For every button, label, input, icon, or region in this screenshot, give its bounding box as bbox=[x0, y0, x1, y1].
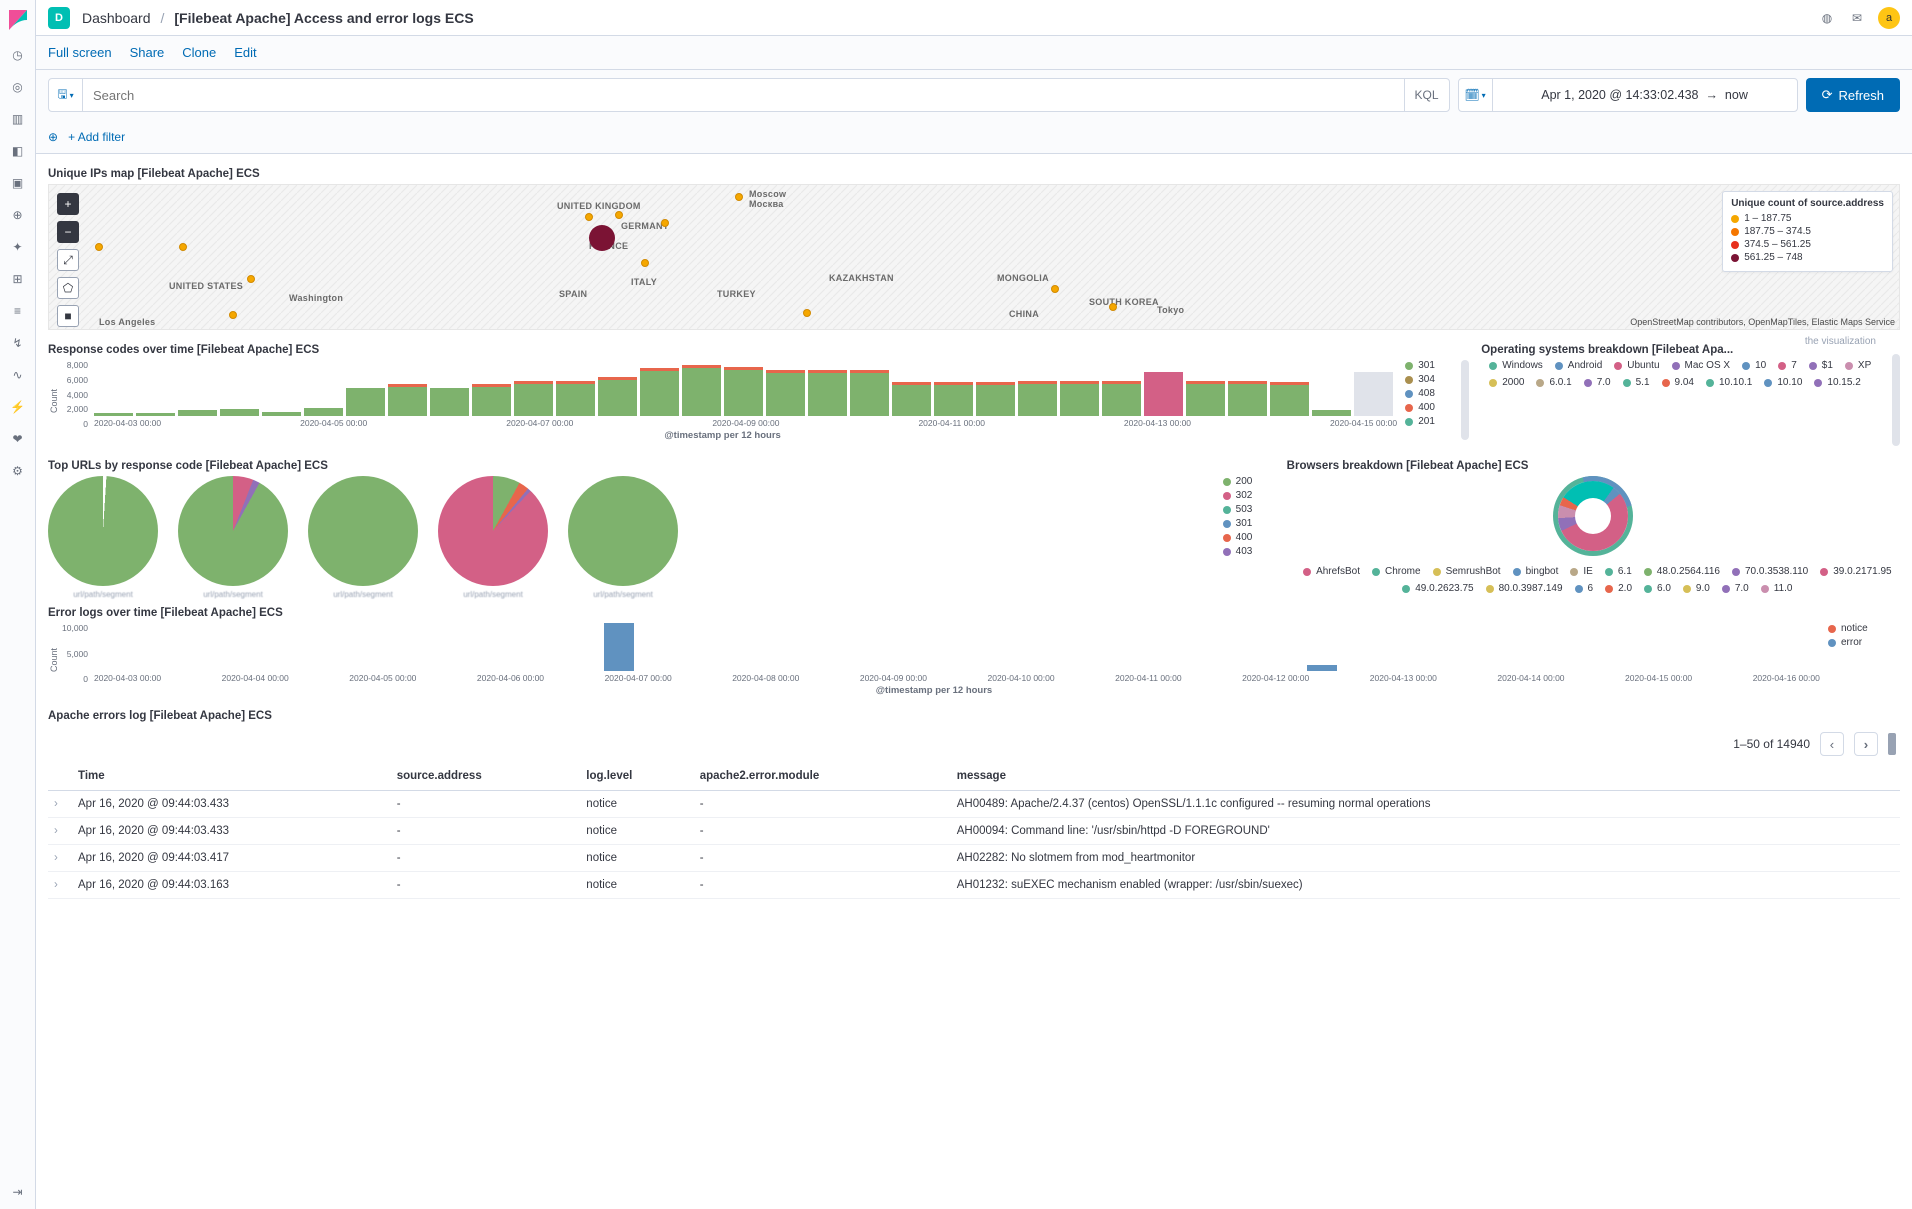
table-row[interactable]: ›Apr 16, 2020 @ 09:44:03.433-notice-AH00… bbox=[48, 818, 1900, 845]
timepicker-button[interactable]: 🗓 ▾ bbox=[1459, 79, 1493, 111]
uptime-icon[interactable]: ∿ bbox=[9, 366, 27, 384]
infra-icon[interactable]: ⊞ bbox=[9, 270, 27, 288]
map-panel-title: Unique IPs map [Filebeat Apache] ECS bbox=[48, 168, 1900, 180]
canvas-icon[interactable]: ▣ bbox=[9, 174, 27, 192]
collapse-icon[interactable]: ⇥ bbox=[9, 1183, 27, 1201]
discover-icon[interactable]: ◎ bbox=[9, 78, 27, 96]
clone-link[interactable]: Clone bbox=[182, 45, 216, 60]
expand-row-icon[interactable]: › bbox=[48, 791, 72, 818]
os-scrollbar[interactable] bbox=[1892, 354, 1900, 446]
expand-row-icon[interactable]: › bbox=[48, 818, 72, 845]
error-logs-legend: noticeerror bbox=[1820, 623, 1900, 696]
query-bar: 🖫 ▾ KQL 🗓 ▾ Apr 1, 2020 @ 14:33:02.438 →… bbox=[36, 70, 1912, 120]
os-note: the visualization bbox=[1805, 336, 1876, 347]
top-urls-pies[interactable]: url/path/segmenturl/path/segmenturl/path… bbox=[48, 476, 1215, 599]
maps-icon[interactable]: ⊕ bbox=[9, 206, 27, 224]
kibana-logo[interactable] bbox=[6, 8, 30, 32]
recent-icon[interactable]: ◷ bbox=[9, 46, 27, 64]
table-scrollbar[interactable] bbox=[1888, 733, 1896, 755]
zoom-in-button[interactable]: + bbox=[57, 193, 79, 215]
visualize-icon[interactable]: ▥ bbox=[9, 110, 27, 128]
filter-bar: ⊕ + Add filter bbox=[36, 120, 1912, 154]
browsers-donut[interactable] bbox=[1287, 476, 1900, 556]
fit-bounds-button[interactable]: ⤢ bbox=[57, 249, 79, 271]
edit-link[interactable]: Edit bbox=[234, 45, 256, 60]
table-row[interactable]: ›Apr 16, 2020 @ 09:44:03.163-notice-AH01… bbox=[48, 872, 1900, 899]
dashboard-toolbar: Full screen Share Clone Edit bbox=[36, 36, 1912, 70]
map-panel[interactable]: + − ⤢ ⬠ ■ UNITED STATES Washington Los A… bbox=[48, 184, 1900, 330]
error-logs-title: Error logs over time [Filebeat Apache] E… bbox=[48, 607, 1900, 619]
expand-row-icon[interactable]: › bbox=[48, 845, 72, 872]
rect-tool-button[interactable]: ■ bbox=[57, 305, 79, 327]
polygon-tool-button[interactable]: ⬠ bbox=[57, 277, 79, 299]
browsers-legend: AhrefsBotChromeSemrushBotbingbotIE6.148.… bbox=[1287, 566, 1900, 594]
breadcrumb-root[interactable]: Dashboard bbox=[82, 10, 151, 26]
refresh-button[interactable]: ⟳ Refresh bbox=[1806, 78, 1900, 112]
zoom-out-button[interactable]: − bbox=[57, 221, 79, 243]
search-input[interactable] bbox=[83, 88, 1404, 103]
breadcrumb-current: [Filebeat Apache] Access and error logs … bbox=[174, 10, 473, 26]
management-icon[interactable]: ⚙ bbox=[9, 462, 27, 480]
table-row[interactable]: ›Apr 16, 2020 @ 09:44:03.417-notice-AH02… bbox=[48, 845, 1900, 872]
saved-query-button[interactable]: 🖫 ▾ bbox=[49, 79, 83, 111]
top-bar: D Dashboard / [Filebeat Apache] Access a… bbox=[36, 0, 1912, 36]
next-page-button[interactable]: › bbox=[1854, 732, 1878, 756]
top-urls-title: Top URLs by response code [Filebeat Apac… bbox=[48, 460, 1275, 472]
space-selector[interactable]: D bbox=[48, 7, 70, 29]
prev-page-button[interactable]: ‹ bbox=[1820, 732, 1844, 756]
expand-row-icon[interactable]: › bbox=[48, 872, 72, 899]
mail-icon[interactable]: ✉ bbox=[1848, 9, 1866, 27]
browsers-title: Browsers breakdown [Filebeat Apache] ECS bbox=[1287, 460, 1900, 472]
error-logs-chart[interactable]: Count 10,0005,0000 2020-04-03 00:002020-… bbox=[48, 623, 1820, 696]
map-hotspot[interactable] bbox=[589, 225, 615, 251]
errors-table: Timesource.addresslog.levelapache2.error… bbox=[48, 762, 1900, 899]
refresh-icon: ⟳ bbox=[1822, 87, 1833, 103]
devtools-icon[interactable]: ❤ bbox=[9, 430, 27, 448]
nav-sidebar: ◷ ◎ ▥ ◧ ▣ ⊕ ✦ ⊞ ≡ ↯ ∿ ⚡ ❤ ⚙ ⇥ bbox=[0, 0, 36, 1209]
os-legend: WindowsAndroidUbuntuMac OS X107$1XP20006… bbox=[1481, 360, 1876, 388]
time-range-display[interactable]: Apr 1, 2020 @ 14:33:02.438 → now bbox=[1493, 88, 1797, 102]
response-codes-chart[interactable]: Count 8,0006,0004,0002,0000 2020-04-03 0… bbox=[48, 360, 1397, 441]
siem-icon[interactable]: ⚡ bbox=[9, 398, 27, 416]
dashboard-icon[interactable]: ◧ bbox=[9, 142, 27, 160]
add-filter-button[interactable]: + Add filter bbox=[68, 130, 125, 144]
response-codes-legend: 301304408400201 bbox=[1397, 360, 1457, 441]
user-avatar[interactable]: a bbox=[1878, 7, 1900, 29]
top-urls-legend: 200302503301400403 bbox=[1215, 476, 1275, 599]
errors-table-title: Apache errors log [Filebeat Apache] ECS bbox=[48, 710, 1900, 722]
breadcrumb: Dashboard / [Filebeat Apache] Access and… bbox=[82, 10, 474, 26]
map-attribution: OpenStreetMap contributors, OpenMapTiles… bbox=[1630, 317, 1895, 327]
fullscreen-link[interactable]: Full screen bbox=[48, 45, 112, 60]
table-row[interactable]: ›Apr 16, 2020 @ 09:44:03.433-notice-AH00… bbox=[48, 791, 1900, 818]
newsfeed-icon[interactable]: ◍ bbox=[1818, 9, 1836, 27]
filter-options-icon[interactable]: ⊕ bbox=[48, 130, 58, 144]
map-legend: Unique count of source.address 1 – 187.7… bbox=[1722, 191, 1893, 272]
logs-icon[interactable]: ≡ bbox=[9, 302, 27, 320]
apm-icon[interactable]: ↯ bbox=[9, 334, 27, 352]
ml-icon[interactable]: ✦ bbox=[9, 238, 27, 256]
share-link[interactable]: Share bbox=[130, 45, 165, 60]
breadcrumb-sep: / bbox=[161, 10, 165, 26]
kql-toggle[interactable]: KQL bbox=[1404, 79, 1449, 111]
response-codes-title: Response codes over time [Filebeat Apach… bbox=[48, 344, 1469, 356]
pager-text: 1–50 of 14940 bbox=[1733, 737, 1810, 751]
legend-scrollbar[interactable] bbox=[1461, 360, 1469, 440]
